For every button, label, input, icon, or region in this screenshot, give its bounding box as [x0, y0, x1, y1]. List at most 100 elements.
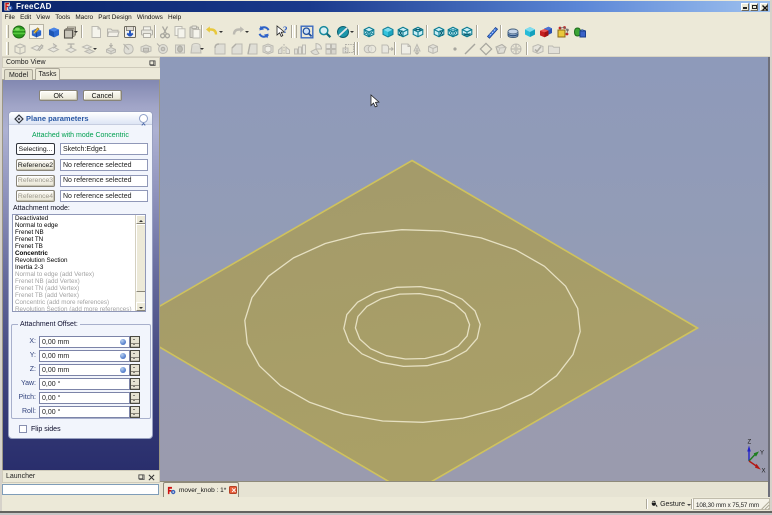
scroll-up-icon[interactable]	[136, 215, 145, 224]
cube-cyan-icon[interactable]	[522, 24, 537, 39]
mode-item[interactable]: Frenet TB	[13, 243, 145, 250]
whatsthis-icon[interactable]: ?	[274, 24, 289, 39]
cube-blue-icon[interactable]	[46, 24, 61, 39]
cube-red-icon[interactable]	[538, 24, 553, 39]
close-button[interactable]	[760, 2, 768, 11]
attachment-mode-list[interactable]: Deactivated Normal to edge Frenet NB Frenet…	[12, 214, 146, 312]
view-front-icon[interactable]	[395, 24, 410, 39]
pocket-icon[interactable]	[138, 41, 153, 56]
mode-item[interactable]: Deactivated	[13, 215, 145, 222]
launcher-pin-icon[interactable]	[138, 474, 145, 481]
print-icon[interactable]	[139, 24, 154, 39]
spinner-icon[interactable]	[130, 392, 140, 404]
plane-parameters-header[interactable]: Plane parameters	[9, 112, 152, 126]
sketch-map-dropdown-icon[interactable]	[92, 45, 99, 53]
reference-field-4[interactable]: No reference selected	[60, 190, 148, 202]
scroll-down-icon[interactable]	[136, 302, 145, 311]
chamfer-icon[interactable]	[229, 41, 244, 56]
mode-item[interactable]: Inertia 2-3	[13, 264, 145, 271]
folder-gray-icon[interactable]	[546, 41, 561, 56]
hole-icon[interactable]	[172, 41, 187, 56]
thickness-icon[interactable]	[260, 41, 275, 56]
draw-style-dropdown-icon[interactable]	[349, 28, 356, 36]
offset-field[interactable]: 0,00 °	[39, 392, 130, 404]
measure-icon[interactable]	[484, 24, 499, 39]
mode-list-scrollbar[interactable]	[135, 215, 145, 311]
datum-plane-shape[interactable]	[160, 159, 700, 482]
revolve-icon[interactable]	[121, 41, 136, 56]
menu-file[interactable]: File	[2, 13, 18, 22]
spinner-icon[interactable]	[130, 364, 140, 376]
view-iso-icon[interactable]	[361, 24, 376, 39]
cut-icon[interactable]	[157, 24, 172, 39]
zoom-fit-icon[interactable]	[299, 24, 314, 39]
datum-line-icon[interactable]	[462, 41, 477, 56]
pin-icon[interactable]	[149, 60, 156, 67]
menu-macro[interactable]: Macro	[73, 13, 96, 22]
launcher-input[interactable]	[2, 484, 159, 495]
undo-dropdown-icon[interactable]	[218, 28, 225, 36]
title-bar[interactable]: FreeCAD	[2, 1, 770, 12]
menu-edit[interactable]: Edit	[18, 13, 34, 22]
boolean-icon[interactable]	[362, 41, 377, 56]
groove-icon[interactable]	[155, 41, 170, 56]
toolbar-grip[interactable]	[294, 25, 297, 38]
expression-globe-icon[interactable]	[120, 367, 126, 373]
navigation-style-cell[interactable]: Gesture	[651, 498, 691, 510]
mode-item[interactable]: Frenet NB	[13, 229, 145, 236]
cube-stack-dropdown-icon[interactable]	[73, 28, 80, 36]
expression-globe-icon[interactable]	[120, 353, 126, 359]
reference-field-1[interactable]: Sketch:Edge1	[60, 143, 148, 155]
mode-item[interactable]: Concentric	[13, 250, 145, 257]
redo-dropdown-icon[interactable]	[244, 28, 251, 36]
mirrored-icon[interactable]	[276, 41, 291, 56]
copy-icon[interactable]	[172, 24, 187, 39]
multi-transform-icon[interactable]	[323, 41, 338, 56]
loft-dropdown-icon[interactable]	[199, 45, 206, 53]
draft-icon[interactable]	[244, 41, 259, 56]
shape-binder-icon[interactable]	[572, 24, 587, 39]
mode-item[interactable]: Frenet TN	[13, 236, 145, 243]
cancel-button[interactable]: Cancel	[83, 90, 122, 101]
undo-icon[interactable]	[204, 24, 219, 39]
polar-pattern-icon[interactable]	[308, 41, 323, 56]
maximize-button[interactable]	[750, 2, 758, 11]
save-icon[interactable]	[122, 24, 137, 39]
tab-close-icon[interactable]	[229, 486, 238, 495]
refresh-icon[interactable]	[256, 24, 271, 39]
datum-plane-icon[interactable]	[478, 41, 493, 56]
reference-field-2[interactable]: No reference selected	[60, 159, 148, 171]
view-top-icon[interactable]	[410, 24, 425, 39]
draw-style-icon[interactable]	[335, 24, 350, 39]
launcher-header[interactable]: Launcher	[2, 470, 160, 483]
redo-icon[interactable]	[230, 24, 245, 39]
menu-help[interactable]: Help	[165, 13, 183, 22]
body-box-icon[interactable]	[425, 41, 440, 56]
toolbar-grip[interactable]	[6, 42, 9, 55]
check-geometry-icon[interactable]	[530, 41, 545, 56]
clone-icon[interactable]	[409, 41, 424, 56]
offset-field[interactable]: 0,00 mm	[39, 350, 130, 362]
linear-pattern-icon[interactable]	[292, 41, 307, 56]
view-axo-icon[interactable]	[380, 24, 395, 39]
offset-field[interactable]: 0,00 °	[39, 406, 130, 418]
scroll-thumb[interactable]	[136, 224, 145, 292]
resize-grip[interactable]	[760, 500, 770, 510]
spinner-icon[interactable]	[130, 406, 140, 418]
menu-part-design[interactable]: Part Design	[96, 13, 135, 22]
tab-tasks[interactable]: Tasks	[35, 68, 60, 80]
sketch-edit-icon[interactable]	[29, 41, 44, 56]
3d-viewport[interactable]: Z Y X	[160, 57, 768, 481]
document-tab[interactable]: mover_knob : 1*	[163, 482, 239, 497]
globe-green-icon[interactable]	[11, 24, 26, 39]
new-file-icon[interactable]	[88, 24, 103, 39]
fillet-icon[interactable]	[212, 41, 227, 56]
create-body-icon[interactable]	[505, 24, 520, 39]
launcher-close-icon[interactable]	[148, 474, 155, 481]
datum-point-icon[interactable]	[447, 41, 462, 56]
offset-field[interactable]: 0,00 mm	[39, 364, 130, 376]
offset-field[interactable]: 0,00 mm	[39, 336, 130, 348]
view-bottom-icon[interactable]	[459, 24, 474, 39]
pad-icon[interactable]	[103, 41, 118, 56]
ok-button[interactable]: OK	[39, 90, 78, 101]
